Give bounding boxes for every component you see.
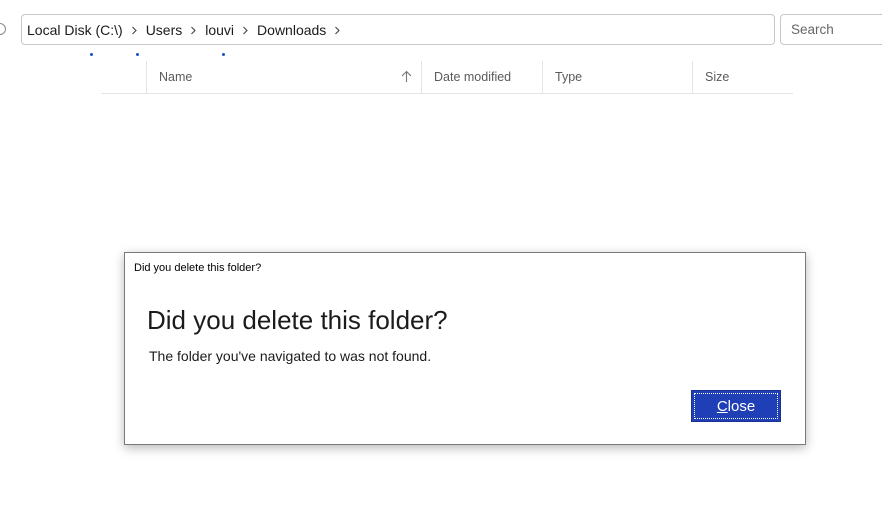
- address-bar[interactable]: Local Disk (C:\) Users louvi Downloads: [21, 14, 775, 45]
- column-header-type[interactable]: Type: [555, 61, 692, 93]
- search-placeholder: Search: [791, 22, 834, 37]
- loading-dot: [222, 53, 225, 56]
- column-header-name[interactable]: Name: [159, 61, 421, 93]
- close-button[interactable]: Close: [691, 390, 781, 422]
- dialog-heading: Did you delete this folder?: [147, 305, 448, 335]
- dialog-message: The folder you've navigated to was not f…: [149, 348, 432, 364]
- breadcrumb-users[interactable]: Users: [146, 22, 183, 38]
- chevron-right-icon[interactable]: [131, 26, 138, 35]
- close-button-label: Close: [716, 397, 756, 415]
- folder-not-found-dialog: Did you delete this folder? Did you dele…: [124, 252, 806, 445]
- breadcrumb-local-disk[interactable]: Local Disk (C:\): [27, 22, 123, 38]
- file-explorer-window: Local Disk (C:\) Users louvi Downloads S…: [0, 0, 882, 526]
- column-header-row: Name Date modified Type Size: [101, 61, 793, 94]
- breadcrumb-downloads[interactable]: Downloads: [257, 22, 326, 38]
- arrow-up-icon: [401, 70, 412, 86]
- column-header-name-label: Name: [159, 70, 193, 84]
- column-divider[interactable]: [421, 61, 422, 93]
- column-header-type-label: Type: [555, 70, 583, 84]
- column-divider[interactable]: [146, 61, 147, 93]
- refresh-icon[interactable]: [0, 23, 6, 35]
- column-header-size-label: Size: [705, 70, 730, 84]
- column-header-size[interactable]: Size: [705, 61, 793, 93]
- dialog-title: Did you delete this folder?: [134, 262, 262, 274]
- column-header-date-label: Date modified: [434, 70, 512, 84]
- search-input[interactable]: Search: [780, 14, 882, 45]
- chevron-right-icon[interactable]: [334, 26, 341, 35]
- column-divider[interactable]: [542, 61, 543, 93]
- breadcrumb-louvi[interactable]: louvi: [205, 22, 234, 38]
- loading-dot: [136, 53, 139, 56]
- chevron-right-icon[interactable]: [242, 26, 249, 35]
- column-header-date-modified[interactable]: Date modified: [434, 61, 542, 93]
- loading-dot: [90, 53, 93, 56]
- column-divider[interactable]: [692, 61, 693, 93]
- chevron-right-icon[interactable]: [190, 26, 197, 35]
